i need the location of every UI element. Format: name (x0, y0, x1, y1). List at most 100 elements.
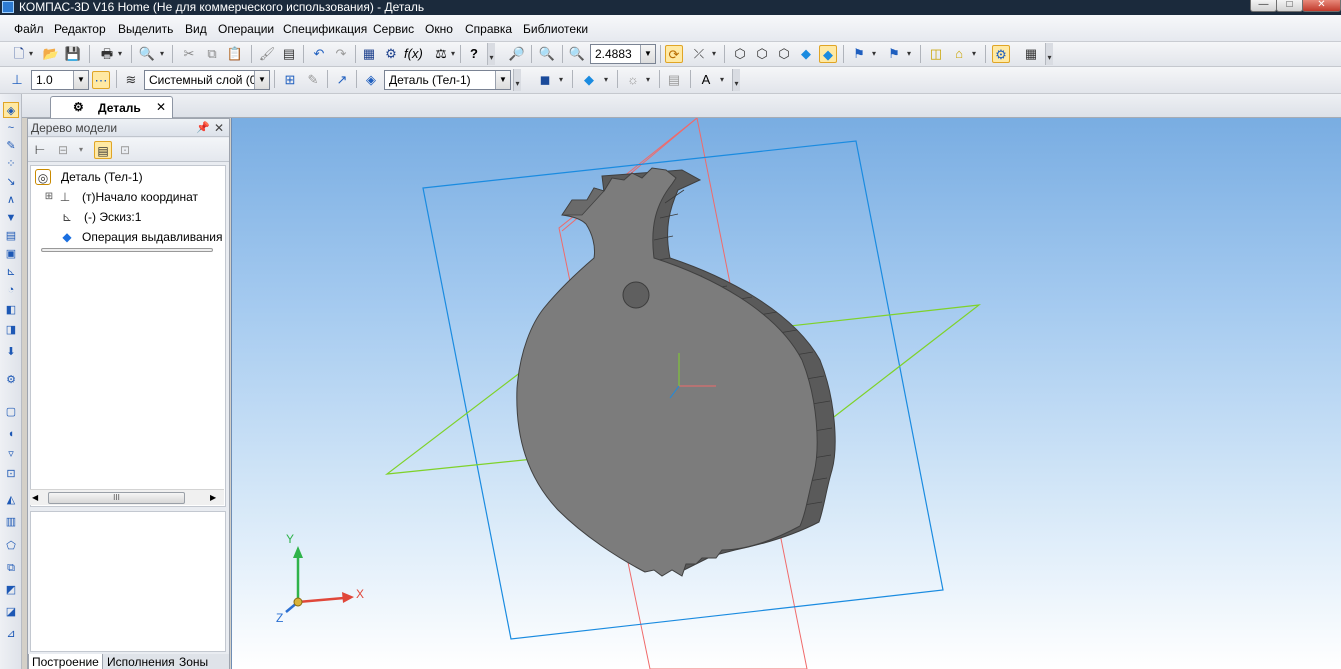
assembly-icon[interactable]: ⚙ (3, 372, 19, 388)
text-style-icon[interactable]: A (697, 71, 715, 89)
layer-icon[interactable]: ≋ (122, 71, 140, 89)
new-dropdown-icon[interactable]: ▾ (29, 45, 37, 63)
properties-icon[interactable]: ▤ (280, 45, 298, 63)
thin-lines-icon[interactable]: ⬡ (775, 45, 793, 63)
tab-part-document[interactable]: ⚙ Деталь ✕ (50, 96, 173, 118)
array-icon[interactable]: ⬇ (3, 344, 19, 360)
menu-view[interactable]: Вид (185, 21, 207, 37)
save-icon[interactable]: 💾 (64, 45, 82, 63)
tab-versions[interactable]: Исполнения (104, 654, 178, 669)
print-icon[interactable]: 🖶 (98, 45, 116, 63)
arrow-icon[interactable]: ↘ (3, 174, 19, 190)
menu-service[interactable]: Сервис (373, 21, 414, 37)
menu-operations[interactable]: Операции (218, 21, 274, 37)
scene-canvas[interactable] (232, 118, 1341, 669)
frame-icon[interactable]: ▣ (3, 246, 19, 262)
table-icon[interactable]: ▦ (1022, 45, 1040, 63)
zoom-all-icon[interactable]: 🔍 (538, 45, 556, 63)
shell-icon[interactable]: ▿ (3, 446, 19, 462)
measure-dropdown-icon[interactable]: ▾ (451, 45, 459, 63)
visibility-icon[interactable]: ⚑ (885, 45, 903, 63)
menu-select[interactable]: Выделить (118, 21, 173, 37)
filter-dropdown-icon[interactable]: ▾ (872, 45, 880, 63)
dimension-icon[interactable]: ⊾ (3, 264, 19, 280)
measure-tools-icon[interactable]: ⊿ (3, 626, 19, 642)
tree-filter-dropdown-icon[interactable]: ▾ (72, 141, 90, 159)
minimize-button[interactable]: — (1250, 0, 1277, 12)
rotate-icon[interactable]: ⟳ (665, 45, 683, 63)
step-combo[interactable]: 1.0 ▼ (31, 70, 89, 90)
chevron-down-icon[interactable]: ▼ (73, 71, 88, 89)
toolbar-grip-icon[interactable]: ▾ (732, 69, 740, 91)
layer-combo[interactable]: Системный слой (0) ▼ (144, 70, 270, 90)
material-icon[interactable]: ◆ (580, 71, 598, 89)
arc-icon[interactable]: ◔ (3, 282, 19, 298)
hole-icon[interactable]: ⊡ (3, 466, 19, 482)
zoom-window-icon[interactable]: 🔎 (508, 45, 526, 63)
new-document-icon[interactable]: 🗋 (10, 45, 28, 63)
manager-icon[interactable]: ▦ (360, 45, 378, 63)
tree-view-mode-icon[interactable]: ▤ (94, 141, 112, 159)
halftone-icon[interactable]: ◆ (797, 45, 815, 63)
edit-part-icon[interactable]: ◈ (3, 102, 19, 118)
color-icon[interactable]: ◼ (536, 71, 554, 89)
tab-zones[interactable]: Зоны (176, 654, 211, 669)
perspective-dropdown-icon[interactable]: ▾ (972, 45, 980, 63)
format-painter-icon[interactable]: 🖌 (258, 45, 276, 63)
part-combo[interactable]: Деталь (Тел-1) ▼ (384, 70, 511, 90)
pencil-icon[interactable]: ✎ (3, 138, 19, 154)
extrude-icon[interactable]: ◧ (3, 302, 19, 318)
page-icon[interactable]: ▤ (3, 228, 19, 244)
grid-snap-icon[interactable]: ⋯ (92, 71, 110, 89)
hidden-lines-icon[interactable]: ⬡ (753, 45, 771, 63)
angle-icon[interactable]: ∧ (3, 192, 19, 208)
tree-filter-icon[interactable]: ⊟ (54, 141, 72, 159)
menu-help[interactable]: Справка (465, 21, 512, 37)
mirror-icon[interactable]: ◩ (3, 582, 19, 598)
section-icon[interactable]: ◫ (927, 45, 945, 63)
chevron-down-icon[interactable]: ▼ (254, 71, 269, 89)
close-icon[interactable]: ✕ (214, 119, 224, 137)
pin-icon[interactable]: 📌 (196, 119, 210, 137)
zoom-scale-combo[interactable]: 2.4883 ▼ (590, 44, 656, 64)
close-icon[interactable]: ✕ (156, 97, 166, 117)
cut-extrude-icon[interactable]: ◨ (3, 322, 19, 338)
menu-editor[interactable]: Редактор (54, 21, 106, 37)
library-manager-icon[interactable]: ⚙ (382, 45, 400, 63)
scroll-right-icon[interactable]: ▶ (210, 490, 216, 506)
toolbar-grip-icon[interactable]: ▾ (513, 69, 521, 91)
print-dropdown-icon[interactable]: ▾ (118, 45, 126, 63)
snap-icon[interactable]: ⚙ (992, 45, 1010, 63)
open-folder-icon[interactable]: 📂 (42, 45, 60, 63)
sketch-icon[interactable]: ⊞ (281, 71, 299, 89)
toolbar-grip-icon[interactable]: ▾ (487, 43, 495, 65)
model-viewport[interactable]: Y X Z (231, 118, 1341, 669)
part-icon[interactable]: ◈ (362, 71, 380, 89)
perspective-icon[interactable]: ⌂ (950, 45, 968, 63)
scroll-left-icon[interactable]: ◀ (32, 490, 38, 506)
close-window-button[interactable]: ✕ (1302, 0, 1341, 12)
parametrization-icon[interactable]: ↗ (333, 71, 351, 89)
preview-icon[interactable]: 🔍 (138, 45, 156, 63)
scroll-thumb[interactable]: III (48, 492, 185, 504)
horizontal-scrollbar[interactable]: ◀ III ▶ (30, 489, 224, 505)
filter-icon[interactable]: ▼ (3, 210, 19, 226)
text-style-dropdown-icon[interactable]: ▾ (720, 71, 728, 89)
help-pointer-icon[interactable]: ? (465, 45, 483, 63)
tree-structure-icon[interactable]: ⊢ (31, 141, 49, 159)
orientation-dropdown-icon[interactable]: ▾ (712, 45, 720, 63)
tab-construction[interactable]: Построение (28, 654, 103, 669)
orientation-icon[interactable]: ⤫ (690, 45, 708, 63)
halftone-edges-icon[interactable]: ◆ (819, 45, 837, 63)
undo-icon[interactable]: ↶ (310, 45, 328, 63)
chevron-down-icon[interactable]: ▼ (640, 45, 655, 63)
expand-icon[interactable]: ⊞ (41, 189, 57, 205)
material-dropdown-icon[interactable]: ▾ (604, 71, 612, 89)
attributes-icon[interactable]: ▤ (665, 71, 683, 89)
hole[interactable] (622, 281, 650, 309)
variables-icon[interactable]: f(x) (404, 45, 423, 63)
menu-libraries[interactable]: Библиотеки (523, 21, 588, 37)
dots-icon[interactable]: ⁘ (3, 156, 19, 172)
menu-window[interactable]: Окно (425, 21, 453, 37)
copy-icon[interactable]: ⧉ (203, 45, 221, 63)
